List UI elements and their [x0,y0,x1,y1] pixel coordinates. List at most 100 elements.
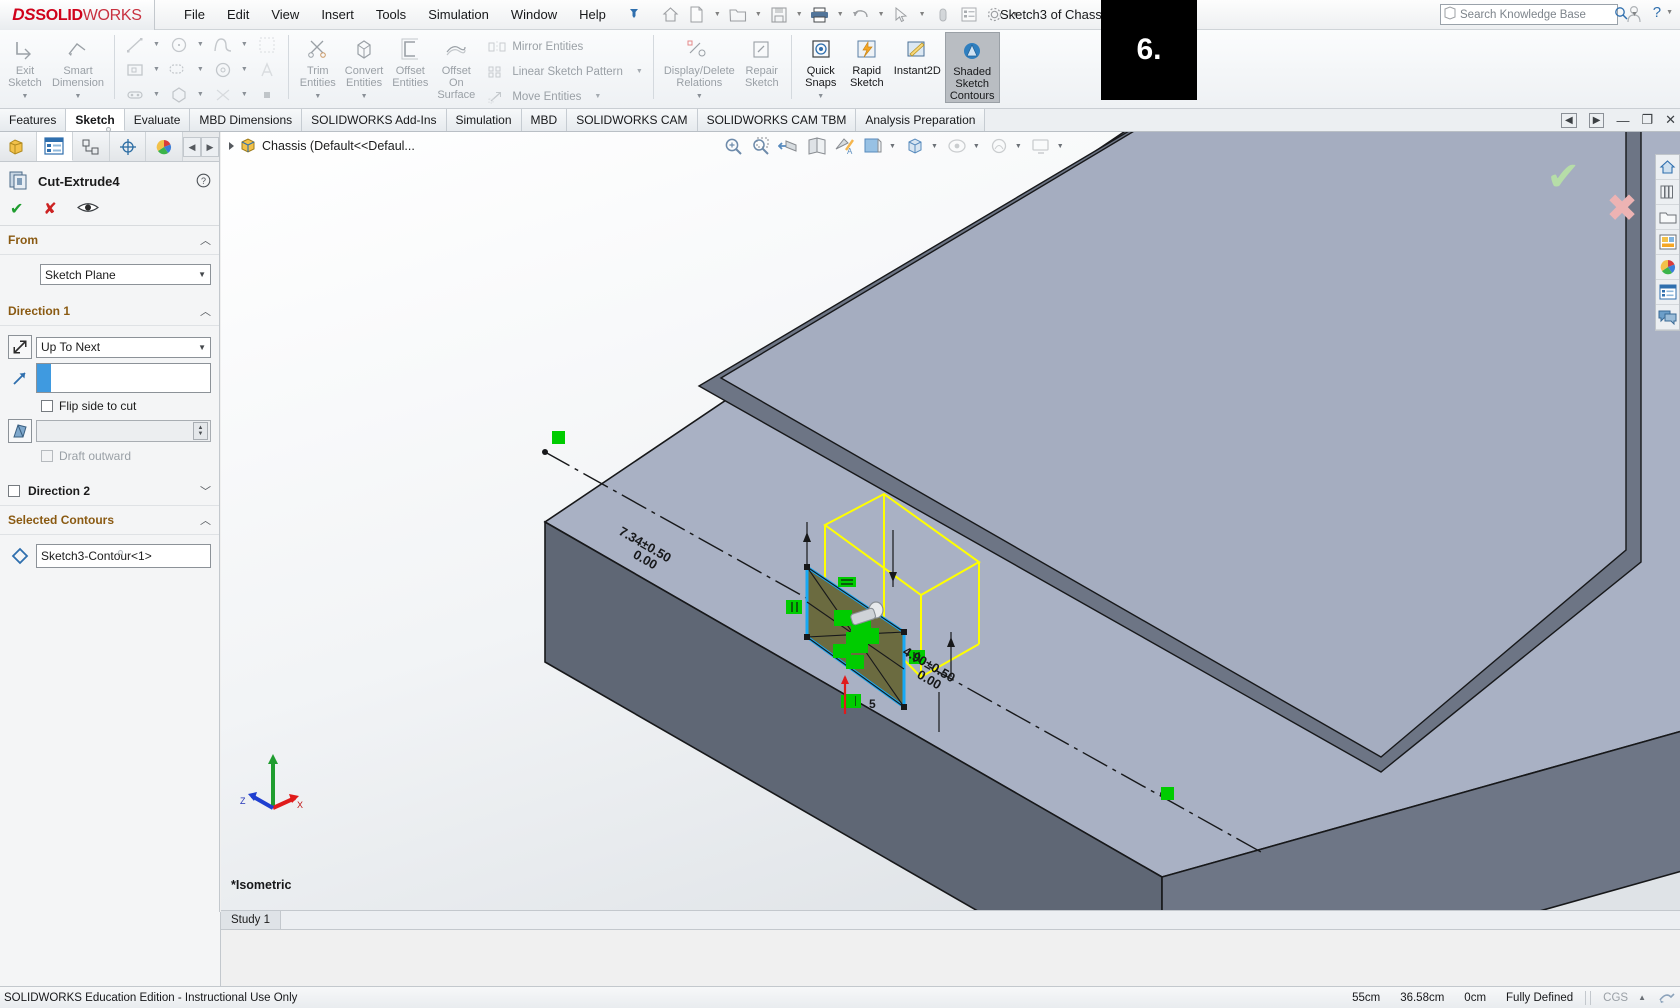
instant2d-button[interactable]: Instant2D [890,32,945,77]
chevron-down-icon[interactable]: ▼ [817,91,824,103]
rapid-sketch-button[interactable]: Rapid Sketch [844,32,890,89]
design-library-icon[interactable] [1656,180,1679,205]
convert-entities-button[interactable]: Convert Entities ▼ [341,32,388,103]
chevron-down-icon[interactable]: ▼ [696,91,703,103]
section-view-icon[interactable] [805,134,829,158]
chevron-down-icon[interactable]: ▼ [628,68,643,75]
draft-angle-stepper[interactable]: ▲ ▼ [193,422,208,440]
section-direction1-header[interactable]: Direction 1 ︿ [0,297,219,326]
chevron-down-icon[interactable]: ▼ [793,11,806,18]
pin-icon[interactable] [627,6,641,24]
home-icon[interactable] [1656,155,1679,180]
chevron-down-icon[interactable]: ▼ [22,91,29,103]
mirror-entities-button[interactable]: Mirror Entities [483,34,587,59]
draft-angle-input[interactable]: ▲ ▼ [36,420,211,442]
manager-tab-next-button[interactable]: ▶ [201,136,219,157]
user-account-icon[interactable] [1626,5,1642,26]
quick-snaps-button[interactable]: Quick Snaps ▼ [798,32,844,103]
tab-evaluate[interactable]: Evaluate [124,109,191,131]
view-orientation-icon[interactable]: A [833,134,857,158]
manager-tab-prev-button[interactable]: ◀ [183,136,201,157]
help-icon[interactable]: ? [196,173,211,191]
tab-solidworks-cam-tbm[interactable]: SOLIDWORKS CAM TBM [697,109,857,131]
section-from-header[interactable]: From ︿ [0,226,219,255]
chevron-down-icon[interactable]: ▼ [198,343,206,352]
knowledge-base-search[interactable]: ▼ [1440,4,1638,25]
tab-features[interactable]: Features [0,109,67,131]
chevron-down-icon[interactable]: ▼ [973,143,983,150]
section-selected-contours-header[interactable]: Selected Contours ︿ [0,506,219,535]
appearances-scenes-icon[interactable] [1656,255,1679,280]
ok-button[interactable]: ✔ [10,201,23,218]
zoom-to-fit-icon[interactable] [721,134,745,158]
reverse-direction-button[interactable] [8,335,32,359]
chevron-down-icon[interactable]: ▼ [314,91,321,103]
arc-tool[interactable]: ▼ [209,57,253,82]
tab-solidworks-cam[interactable]: SOLIDWORKS CAM [567,109,698,131]
rebuild-icon[interactable] [931,3,955,27]
section-direction2-header[interactable]: Direction 2 ﹀ [0,477,219,506]
flip-side-to-cut-row[interactable]: Flip side to cut [41,399,211,413]
undo-icon[interactable] [849,3,873,27]
study-tab-1[interactable]: Study 1 [221,911,281,929]
linear-sketch-pattern-button[interactable]: Linear Sketch Pattern ▼ [483,59,647,84]
polygon-tool[interactable]: ▼ [165,82,209,107]
shaded-sketch-contours-button[interactable]: Shaded Sketch Contours [944,32,1000,103]
print-icon[interactable] [808,3,832,27]
panel-collapse-left-button[interactable]: ◀ [1561,112,1577,128]
from-condition-select[interactable]: Sketch Plane ▼ [40,264,211,285]
chevron-down-icon[interactable]: ▼ [198,270,206,279]
menu-insert[interactable]: Insert [310,3,365,26]
chevron-down-icon[interactable]: ▼ [752,11,765,18]
display-delete-relations-button[interactable]: Display/Delete Relations ▼ [660,32,739,103]
hide-show-items-icon[interactable] [903,134,927,158]
select-cursor-icon[interactable] [890,3,914,27]
chevron-down-icon[interactable]: ▼ [193,41,208,48]
draft-on-off-button[interactable] [8,419,32,443]
chevron-down-icon[interactable]: ﹀ [200,483,211,499]
chevron-down-icon[interactable]: ▼ [75,91,82,103]
solidworks-forum-icon[interactable] [1656,305,1679,330]
home-icon[interactable] [659,3,683,27]
chevron-down-icon[interactable]: ▼ [1015,143,1025,150]
search-input[interactable] [1460,8,1614,21]
menu-edit[interactable]: Edit [216,3,260,26]
menu-file[interactable]: File [173,3,216,26]
feature-manager-tab[interactable] [0,132,37,161]
chevron-down-icon[interactable]: ▼ [193,66,208,73]
chevron-down-icon[interactable]: ▼ [711,11,724,18]
chevron-up-icon[interactable]: ︿ [200,232,211,248]
smart-dimension-button[interactable]: Smart Dimension ▼ [48,32,108,103]
selected-contour-field[interactable]: Sketch3-Contour<1> [36,544,211,568]
chevron-down-icon[interactable]: ▼ [931,143,941,150]
close-icon[interactable]: ✕ [1665,112,1676,128]
confirm-ok-button[interactable]: ✔ [1546,157,1580,197]
apply-scene-icon[interactable] [987,134,1011,158]
save-icon[interactable] [767,3,791,27]
rectangle-tool[interactable]: ▼ [121,57,165,82]
line-tool[interactable]: ▼ [121,32,165,57]
direction2-checkbox[interactable] [8,485,20,497]
ellipse-tool[interactable]: ▼ [209,82,253,107]
help-icon[interactable]: ? [1653,4,1661,21]
expand-triangle-icon[interactable] [229,142,234,150]
chevron-down-icon[interactable]: ▼ [875,11,888,18]
draft-outward-row[interactable]: Draft outward [41,449,211,463]
edit-appearance-icon[interactable] [945,134,969,158]
view-settings-icon[interactable] [1029,134,1053,158]
feature-tree-root[interactable]: Chassis (Default<<Defaul... [221,137,415,156]
centerline-tool[interactable]: ▼ [121,82,165,107]
offset-entities-button[interactable]: Offset Entities [387,32,433,89]
text-tool[interactable] [253,57,282,82]
tab-simulation[interactable]: Simulation [446,109,522,131]
trim-entities-button[interactable]: Trim Entities ▼ [295,32,341,103]
tab-sketch[interactable]: Sketch [66,109,125,131]
chevron-down-icon[interactable]: ▼ [149,66,164,73]
chevron-down-icon[interactable]: ▼ [1057,143,1067,150]
confirm-cancel-button[interactable]: ✖ [1606,190,1638,228]
chevron-down-icon[interactable]: ▼ [834,11,847,18]
zoom-to-area-icon[interactable] [749,134,773,158]
display-style-icon[interactable] [861,134,885,158]
tab-mbd[interactable]: MBD [521,109,568,131]
unit-system-caret[interactable]: ▲ [1638,993,1658,1002]
